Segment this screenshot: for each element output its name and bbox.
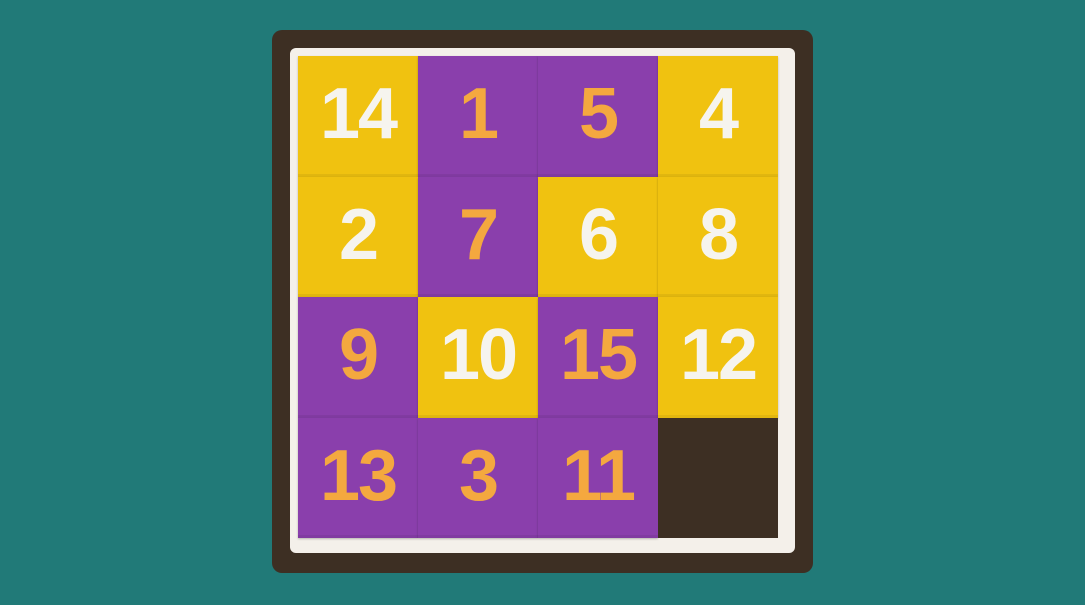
tile-r1-c4[interactable]: 4 bbox=[658, 56, 778, 177]
tile-label: 4 bbox=[698, 74, 739, 155]
empty-slot bbox=[658, 417, 778, 538]
tile-label: 13 bbox=[319, 435, 398, 516]
tile-label: 5 bbox=[578, 74, 619, 155]
tile-label: 11 bbox=[561, 435, 636, 516]
tile-label: 3 bbox=[458, 435, 499, 516]
tile-r1-c1[interactable]: 14 bbox=[298, 56, 418, 177]
tile-grid: 14 1 5 4 2 7 6 8 9 10 15 12 13 3 11 bbox=[298, 56, 778, 538]
tile-label: 1 bbox=[458, 74, 499, 155]
tile-label: 12 bbox=[679, 315, 758, 396]
tile-r4-c3[interactable]: 11 bbox=[538, 417, 658, 538]
board-inner-border: 14 1 5 4 2 7 6 8 9 10 15 12 13 3 11 bbox=[290, 48, 795, 553]
puzzle-board: 14 1 5 4 2 7 6 8 9 10 15 12 13 3 11 bbox=[272, 30, 813, 573]
tile-r2-c1[interactable]: 2 bbox=[298, 176, 418, 297]
tile-label: 14 bbox=[319, 74, 398, 155]
tile-r2-c3[interactable]: 6 bbox=[538, 176, 658, 297]
tile-label: 9 bbox=[338, 315, 379, 396]
tile-label: 15 bbox=[559, 315, 638, 396]
tile-r4-c2[interactable]: 3 bbox=[418, 417, 538, 538]
tile-label: 7 bbox=[458, 194, 499, 275]
tile-r3-c3[interactable]: 15 bbox=[538, 297, 658, 418]
game-stage: 14 1 5 4 2 7 6 8 9 10 15 12 13 3 11 bbox=[0, 0, 1085, 605]
tile-r3-c2[interactable]: 10 bbox=[418, 297, 538, 418]
tile-r1-c3[interactable]: 5 bbox=[538, 56, 658, 177]
tile-label: 10 bbox=[439, 315, 518, 396]
tile-label: 2 bbox=[338, 194, 379, 275]
tile-label: 8 bbox=[698, 194, 739, 275]
tile-label: 6 bbox=[578, 194, 619, 275]
tile-r2-c2[interactable]: 7 bbox=[418, 176, 538, 297]
tile-r3-c4[interactable]: 12 bbox=[658, 297, 778, 418]
tile-r4-c1[interactable]: 13 bbox=[298, 417, 418, 538]
tile-r2-c4[interactable]: 8 bbox=[658, 176, 778, 297]
tile-r3-c1[interactable]: 9 bbox=[298, 297, 418, 418]
tile-r1-c2[interactable]: 1 bbox=[418, 56, 538, 177]
